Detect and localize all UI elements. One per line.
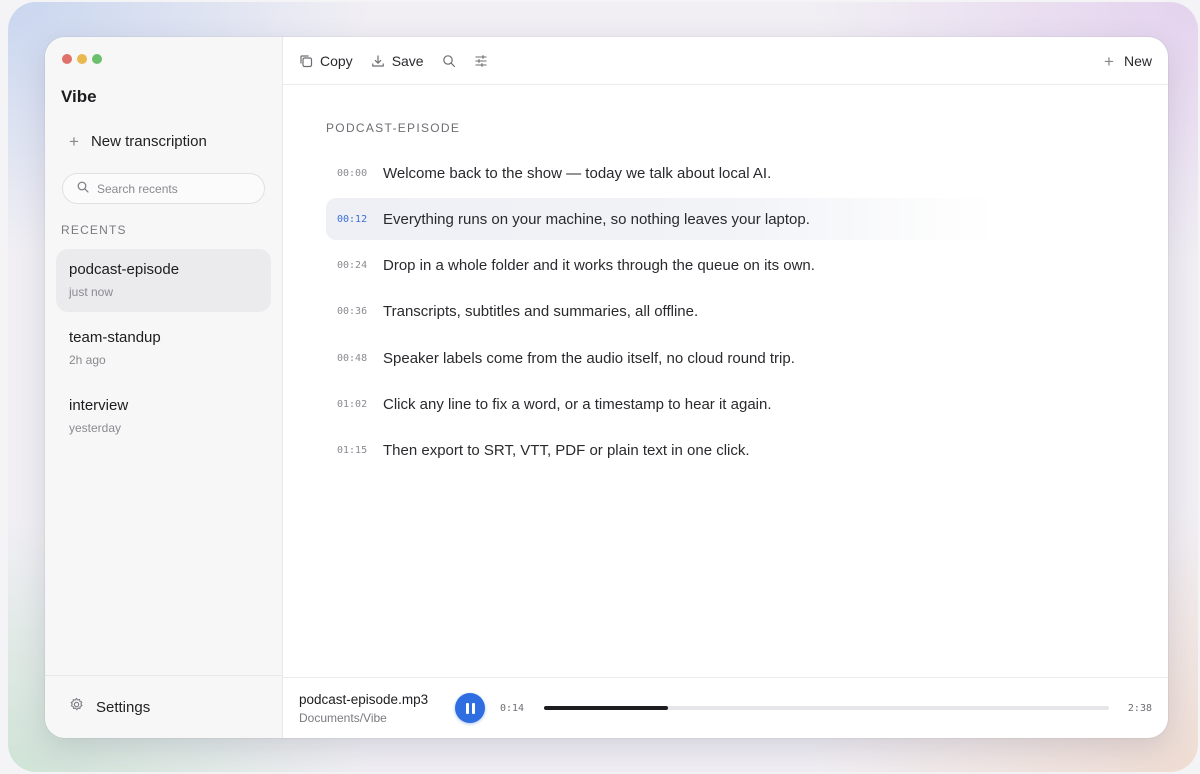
recent-item-name: interview (69, 397, 129, 414)
copy-label: Copy (320, 52, 353, 69)
recent-item-time: yesterday (69, 421, 122, 435)
pause-icon (465, 702, 469, 714)
transcript-line[interactable]: 00:36 Transcripts, subtitles and summari… (326, 291, 996, 333)
save-button[interactable]: Save (371, 53, 424, 69)
transcript-line[interactable]: 01:02 Click any line to fix a word, or a… (326, 383, 996, 425)
line-text[interactable]: Then export to SRT, VTT, PDF or plain te… (383, 442, 750, 459)
line-text[interactable]: Speaker labels come from the audio itsel… (383, 350, 795, 367)
plus-icon: + (1104, 51, 1114, 71)
recent-item-name: team-standup (69, 329, 161, 346)
settings-label: Settings (96, 698, 151, 716)
timestamp[interactable]: 00:00 (337, 168, 383, 179)
close-window-button[interactable] (62, 54, 72, 64)
file-path: Documents/Vibe (299, 710, 387, 725)
search-recents[interactable] (62, 173, 265, 204)
new-transcription-label: New transcription (90, 133, 207, 150)
recents-list: podcast-episode just now team-standup 2h… (56, 249, 271, 453)
search-icon (77, 180, 89, 198)
document-title: PODCAST-EPISODE (326, 121, 461, 135)
zoom-window-button[interactable] (92, 54, 102, 64)
current-time: 0:14 (500, 702, 525, 714)
settings-button[interactable]: Settings (45, 675, 282, 738)
transcript-line[interactable]: 01:15 Then export to SRT, VTT, PDF or pl… (326, 430, 996, 472)
total-time: 2:38 (1127, 702, 1152, 714)
minimize-window-button[interactable] (77, 54, 87, 64)
app-window: Vibe + New transcription RECENTS podcast… (45, 37, 1168, 738)
save-label: Save (391, 52, 424, 69)
line-text[interactable]: Transcripts, subtitles and summaries, al… (383, 303, 698, 320)
pause-button[interactable] (455, 693, 485, 723)
line-text[interactable]: Drop in a whole folder and it works thro… (383, 257, 815, 274)
recent-item-time: just now (69, 285, 114, 299)
plus-icon: + (69, 132, 79, 151)
recent-item-interview[interactable]: interview yesterday (56, 385, 271, 448)
transcript-line[interactable]: 00:24 Drop in a whole folder and it work… (326, 245, 996, 287)
toolbar: Copy Save + New (283, 37, 1168, 85)
search-button[interactable] (442, 54, 456, 68)
progress-track[interactable] (544, 706, 1109, 710)
recents-heading: RECENTS (61, 223, 127, 237)
transcript-line[interactable]: 00:00 Welcome back to the show — today w… (326, 152, 996, 194)
line-text[interactable]: Click any line to fix a word, or a times… (383, 396, 772, 413)
timestamp[interactable]: 00:36 (337, 306, 383, 317)
timestamp[interactable]: 01:02 (337, 399, 383, 410)
progress-fill (544, 706, 669, 710)
main-panel: Copy Save + New PODCAST-EPISODE 00:00 We… (283, 37, 1168, 738)
recent-item-name: podcast-episode (69, 261, 180, 278)
recent-item-team-standup[interactable]: team-standup 2h ago (56, 317, 271, 380)
copy-icon (299, 54, 313, 68)
line-text[interactable]: Welcome back to the show — today we talk… (383, 165, 771, 182)
adjustments-button[interactable] (474, 54, 488, 68)
window-controls (62, 54, 102, 64)
new-transcription-button[interactable]: + New transcription (69, 133, 207, 150)
sliders-icon (474, 54, 488, 68)
transcript-lines: 00:00 Welcome back to the show — today w… (326, 152, 996, 476)
line-text[interactable]: Everything runs on your machine, so noth… (383, 211, 810, 228)
recent-item-time: 2h ago (69, 353, 106, 367)
copy-button[interactable]: Copy (299, 53, 353, 69)
timestamp[interactable]: 00:12 (337, 214, 383, 225)
app-title: Vibe (61, 87, 97, 106)
file-name: podcast-episode.mp3 (299, 691, 429, 707)
timestamp[interactable]: 01:15 (337, 445, 383, 456)
sidebar: Vibe + New transcription RECENTS podcast… (45, 37, 283, 738)
search-icon (442, 54, 456, 68)
timestamp[interactable]: 00:24 (337, 260, 383, 271)
gear-icon (69, 697, 84, 717)
timestamp[interactable]: 00:48 (337, 353, 383, 364)
transcript-line[interactable]: 00:48 Speaker labels come from the audio… (326, 337, 996, 379)
new-label: New (1123, 53, 1152, 69)
download-icon (371, 54, 385, 68)
file-info: podcast-episode.mp3 Documents/Vibe (299, 692, 455, 725)
audio-player: podcast-episode.mp3 Documents/Vibe 0:14 … (283, 677, 1168, 738)
recent-item-podcast-episode[interactable]: podcast-episode just now (56, 249, 271, 312)
search-input[interactable] (97, 181, 247, 196)
transcript-line-active[interactable]: 00:12 Everything runs on your machine, s… (326, 198, 996, 241)
new-button[interactable]: + New (1104, 37, 1152, 85)
